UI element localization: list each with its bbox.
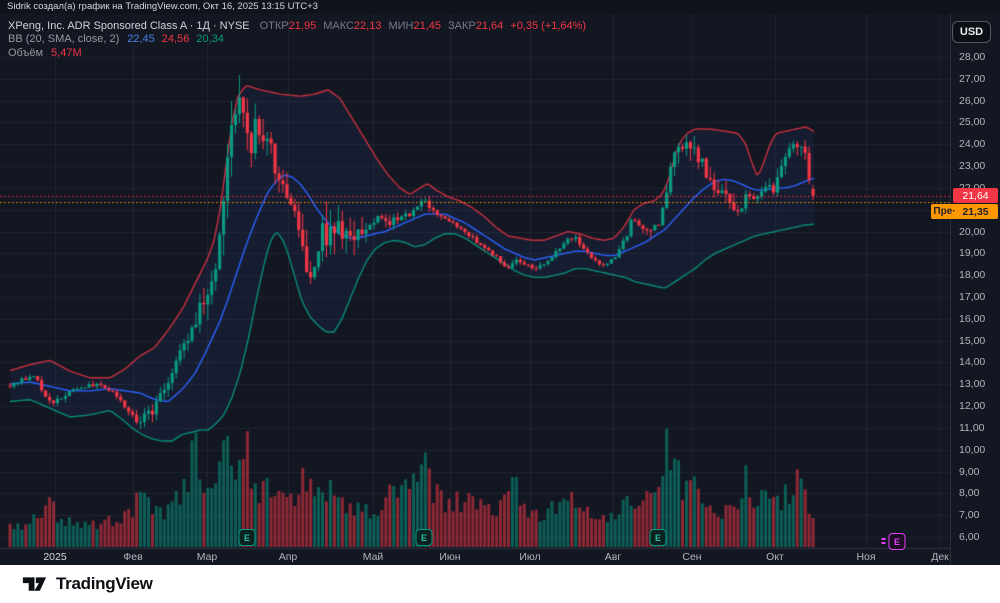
snapshot-attribution-bar: Sidrik создал(а) график на TradingView.c… (0, 0, 1000, 14)
price-axis[interactable]: 21,64 21,35 28,00 27,00 26,00 25,00 24,00 23,… (950, 14, 1000, 565)
price-tick-label: 17,00 (959, 291, 986, 304)
legend-volume-row[interactable]: Объём 5,47М (8, 46, 586, 60)
time-tick-label: Май (362, 551, 384, 563)
price-tick-label: 27,00 (959, 72, 986, 85)
price-tick-label: 18,00 (959, 269, 986, 282)
ohlc-open: ОТКР21,95 (259, 19, 317, 32)
bb-basis-value: 22,45 (127, 33, 155, 46)
price-tick-label: 23,00 (959, 160, 986, 173)
price-tick-label: 19,00 (959, 247, 986, 260)
price-tick-label: 12,00 (959, 400, 986, 413)
price-tick-label: 26,00 (959, 94, 986, 107)
price-tick-label: 6,00 (959, 531, 980, 544)
earnings-marker[interactable]: E (238, 529, 256, 546)
price-tick-label: 9,00 (959, 465, 980, 478)
symbol-title[interactable]: XPeng, Inc. ADR Sponsored Class A · 1Д ·… (8, 20, 250, 32)
price-tick-label: 8,00 (959, 487, 980, 500)
price-change: +0,35 (+1,64%) (510, 19, 587, 32)
time-tick-label: Июл (519, 551, 541, 563)
time-tick-label: Сен (682, 551, 702, 563)
time-tick-label: Июн (439, 551, 461, 563)
price-tick-label: 14,00 (959, 356, 986, 369)
ohlc-low: МИН21,45 (388, 19, 441, 32)
time-tick-label: Авг (604, 551, 622, 563)
earnings-marker[interactable]: E (415, 529, 433, 546)
time-tick-label: Окт (766, 551, 784, 563)
price-tick-label: 11,00 (959, 421, 985, 434)
volume-value: 5,47М (51, 46, 82, 59)
ohlc-high: МАКС22,13 (323, 19, 382, 32)
bb-upper-value: 24,56 (161, 33, 190, 46)
tradingview-logo-text: TradingView (56, 574, 153, 593)
premarket-tag: Пре· (931, 204, 958, 219)
ohlc-close: ЗАКР21,64 (448, 19, 504, 32)
premarket-price-label: 21,35 (953, 204, 998, 219)
time-tick-label: Апр (278, 551, 298, 563)
price-tick-label: 16,00 (959, 312, 986, 325)
price-tick-label: 28,00 (959, 51, 986, 63)
price-tick-label: 25,00 (959, 116, 986, 129)
bb-lower-value: 20,34 (196, 33, 224, 46)
price-tick-label: 15,00 (959, 334, 986, 347)
price-tick-label: 24,00 (959, 138, 986, 151)
tradingview-logo[interactable]: TradingView (22, 574, 153, 594)
currency-button[interactable]: USD (952, 21, 991, 43)
time-tick-label: Фев (123, 551, 143, 563)
chart-legend: XPeng, Inc. ADR Sponsored Class A · 1Д ·… (8, 19, 586, 60)
chart-area: XPeng, Inc. ADR Sponsored Class A · 1Д ·… (0, 14, 1000, 565)
price-tick-label: 10,00 (959, 443, 986, 456)
price-tick-label: 13,00 (959, 378, 986, 391)
last-price-label: 21,64 (953, 188, 998, 203)
price-tick-label: 20,00 (959, 225, 986, 238)
tradingview-logo-icon (22, 576, 47, 591)
legend-symbol-row[interactable]: XPeng, Inc. ADR Sponsored Class A · 1Д ·… (8, 19, 586, 33)
upcoming-earnings-marker[interactable]: E (881, 533, 906, 550)
tradingview-snapshot: Sidrik создал(а) график на TradingView.c… (0, 0, 1000, 603)
price-tick-label: 7,00 (959, 509, 980, 522)
time-tick-label: Дек (931, 551, 949, 563)
bb-indicator-label[interactable]: BB (20, SMA, close, 2) (8, 33, 119, 45)
footer: TradingView (0, 565, 1000, 603)
time-tick-label: Ноя (856, 551, 876, 563)
attribution-text: Sidrik создал(а) график на TradingView.c… (7, 1, 318, 12)
time-axis[interactable]: 2025 Фев Мар Апр Май Июн Июл Авг Сен Окт Ноя Дек (0, 548, 950, 565)
legend-bb-row[interactable]: BB (20, SMA, close, 2) 22,45 24,56 20,34 (8, 33, 586, 47)
time-tick-label: 2025 (43, 551, 67, 563)
time-tick-label: Мар (196, 551, 218, 563)
earnings-marker[interactable]: E (649, 529, 667, 546)
volume-label[interactable]: Объём (8, 47, 43, 59)
price-chart-canvas[interactable] (0, 14, 950, 565)
